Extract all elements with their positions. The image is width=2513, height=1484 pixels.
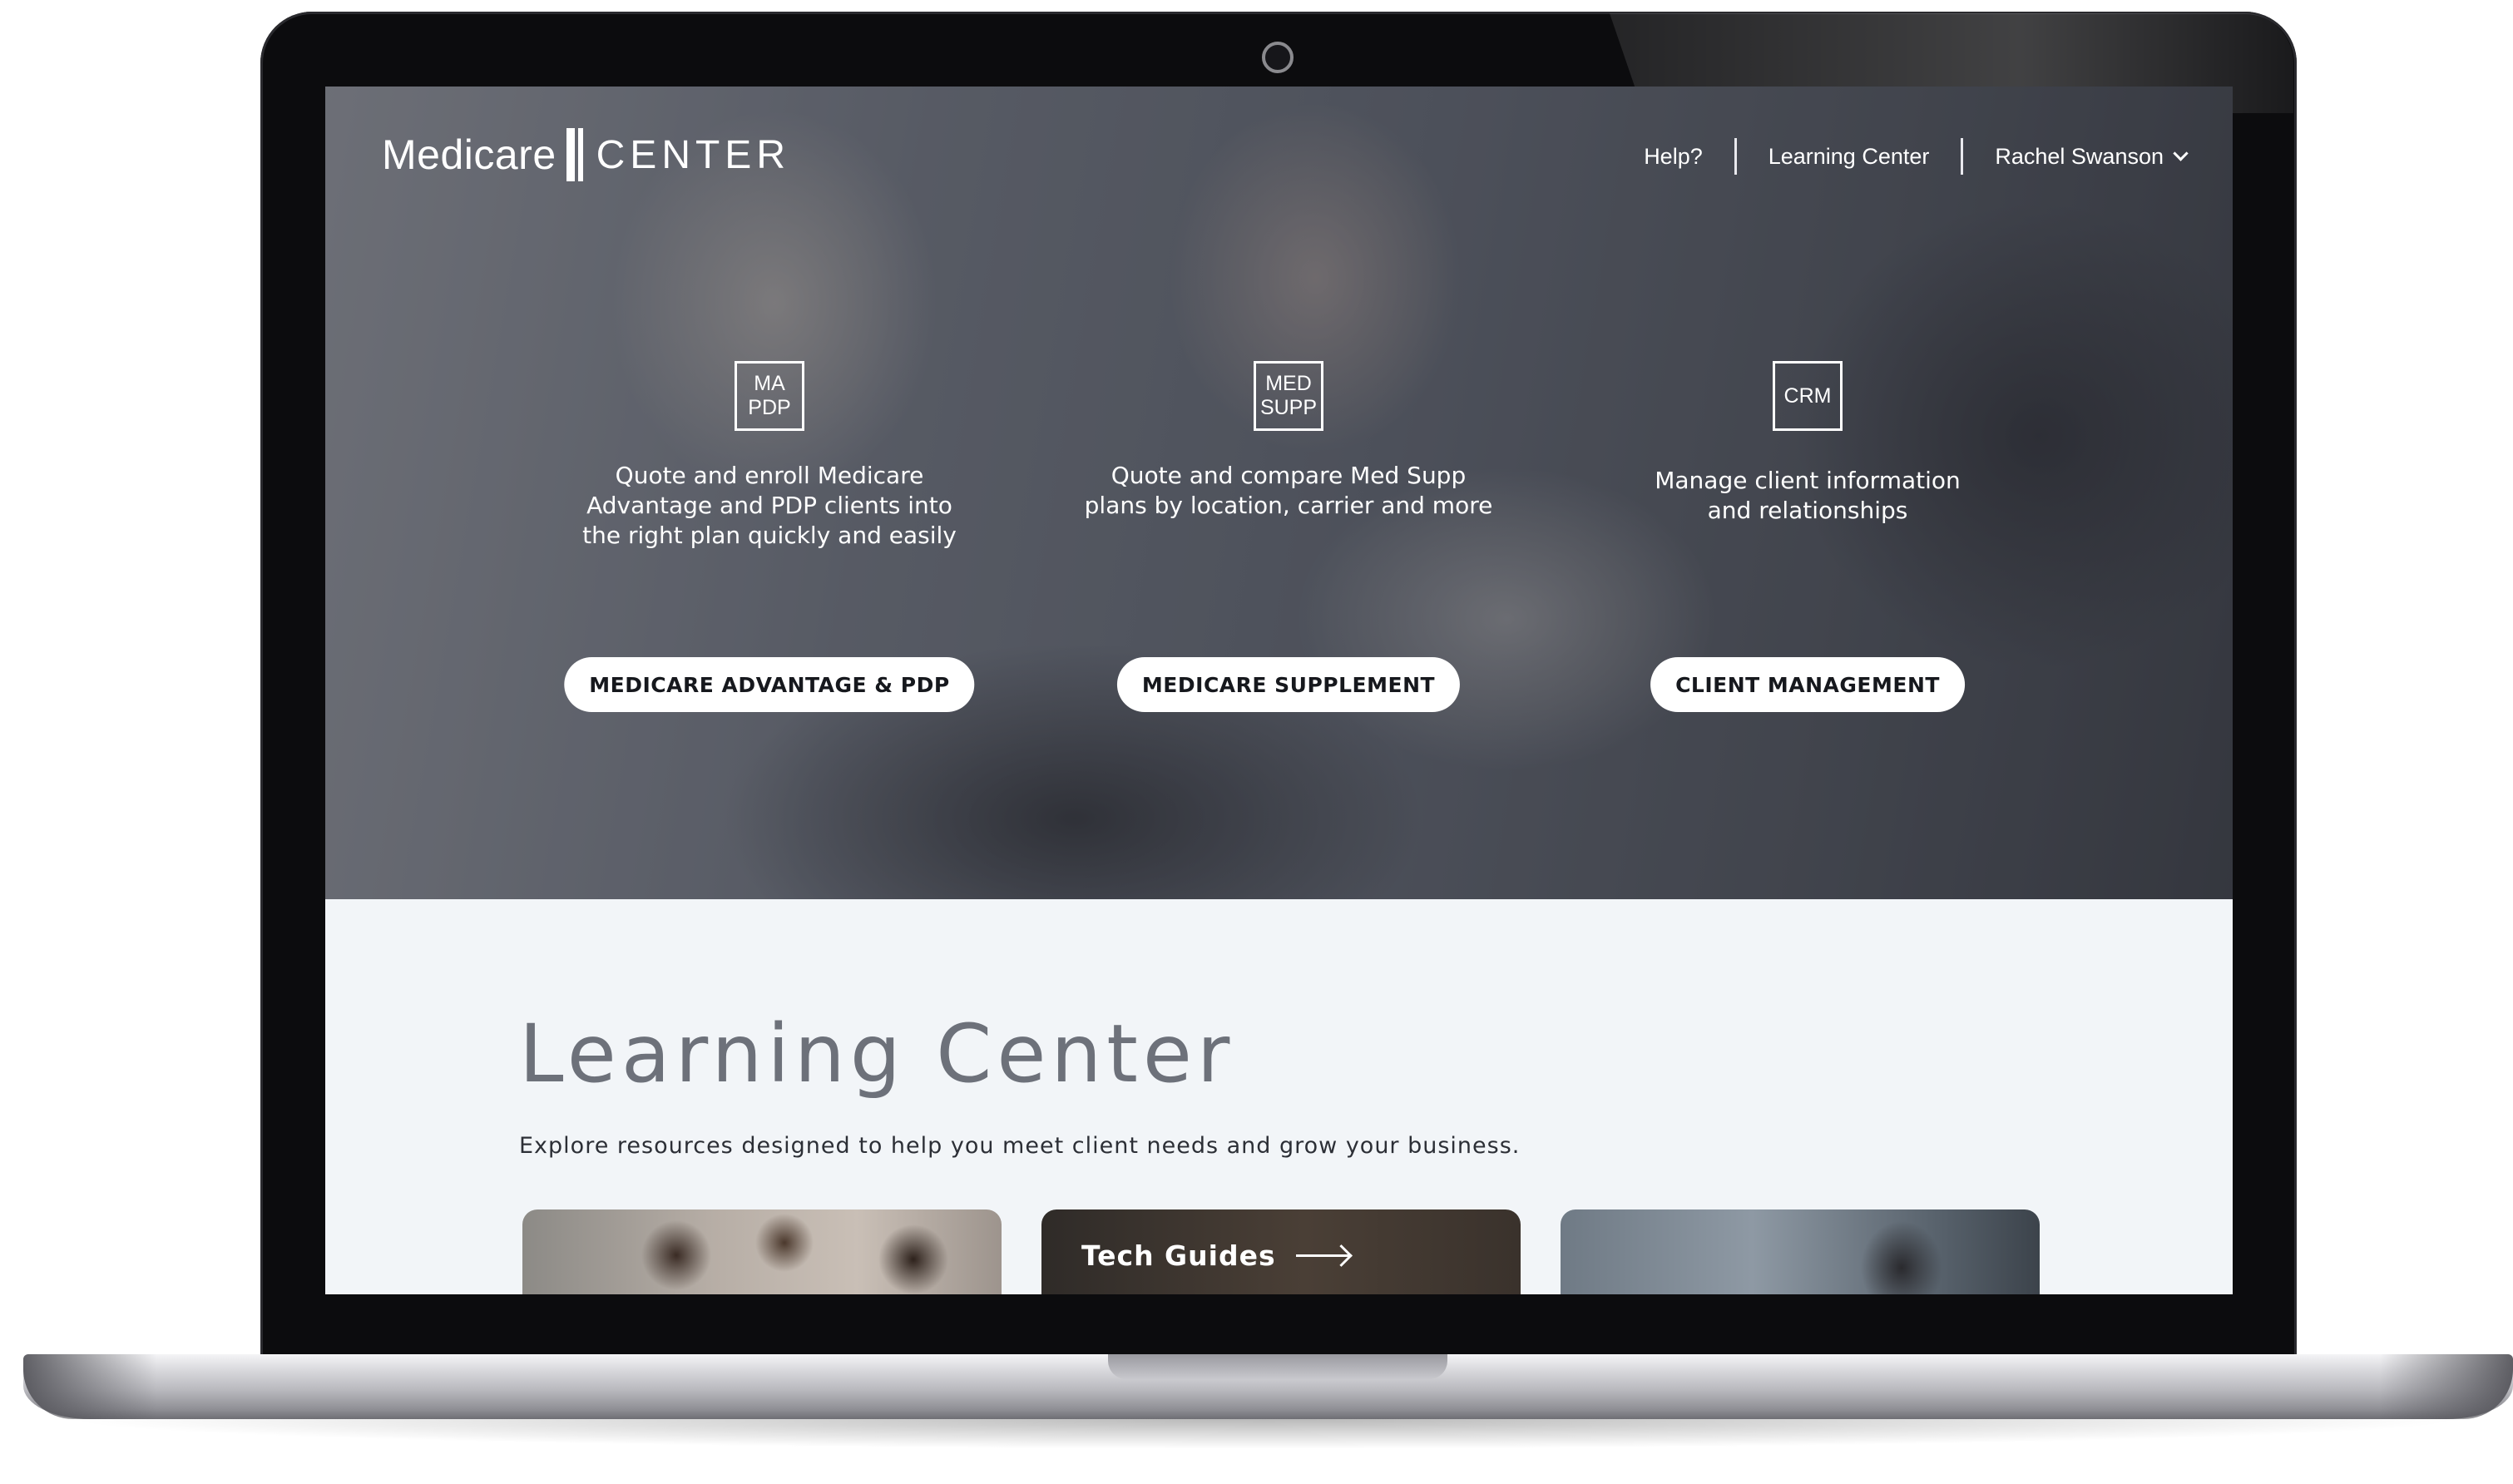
screen: Medicare CENTER Help? Learning Center Ra…: [325, 87, 2233, 1294]
base-edge-left: [23, 1354, 156, 1419]
learning-center-subtitle: Explore resources designed to help you m…: [519, 1133, 1521, 1159]
learning-card-tech-guides[interactable]: Tech Guides: [1041, 1209, 1521, 1294]
laptop-shadow: [58, 1419, 2471, 1449]
card-label-row: Tech Guides: [1081, 1239, 1349, 1272]
nav-learning-center-link[interactable]: Learning Center: [1768, 144, 1930, 170]
webcam: [1262, 42, 1294, 73]
client-management-button[interactable]: CLIENT MANAGEMENT: [1650, 657, 1965, 712]
learning-center-section: Learning Center Explore resources design…: [519, 1008, 1520, 1159]
card-label: Tech Guides: [1081, 1239, 1276, 1272]
user-menu[interactable]: Rachel Swanson: [1995, 143, 2189, 170]
logo-mark-icon: [561, 128, 591, 181]
feature-description: Quote and compare Med Supp plans by loca…: [1084, 462, 1493, 519]
ma-pdp-icon: MA PDP: [735, 361, 804, 431]
feature-description: Quote and enroll Medicare Advantage and …: [582, 462, 957, 549]
feature-ma-pdp: MA PDP Quote and enroll Medicare Advanta…: [553, 361, 986, 712]
nav-divider: [1734, 138, 1737, 175]
arrow-right-icon: [1295, 1254, 1349, 1257]
logo-word: Medicare: [382, 131, 557, 178]
learning-card-1[interactable]: [522, 1209, 1002, 1294]
hero-section: Medicare CENTER Help? Learning Center Ra…: [325, 87, 2233, 899]
medicare-advantage-pdp-button[interactable]: MEDICARE ADVANTAGE & PDP: [564, 657, 975, 712]
crm-icon: CRM: [1773, 361, 1843, 431]
chevron-down-icon: [2173, 145, 2189, 161]
learning-center-title: Learning Center: [519, 1007, 1235, 1101]
medicare-supplement-button[interactable]: MEDICARE SUPPLEMENT: [1116, 657, 1461, 712]
nav-divider: [1961, 138, 1964, 175]
laptop-notch: [1108, 1354, 1447, 1379]
site-logo[interactable]: Medicare CENTER: [382, 121, 790, 188]
med-supp-icon: MED SUPP: [1254, 361, 1323, 431]
feature-med-supp: MED SUPP Quote and compare Med Supp plan…: [1072, 361, 1505, 712]
top-nav: Help? Learning Center Rachel Swanson: [1644, 133, 2189, 180]
logo-center-word: CENTER: [596, 132, 790, 177]
nav-help-link[interactable]: Help?: [1644, 144, 1703, 170]
feature-crm: CRM Manage client information and relati…: [1591, 361, 2024, 712]
user-name: Rachel Swanson: [1995, 143, 2164, 169]
feature-description: Manage client information and relationsh…: [1655, 467, 1961, 524]
learning-card-3[interactable]: [1561, 1209, 2040, 1294]
